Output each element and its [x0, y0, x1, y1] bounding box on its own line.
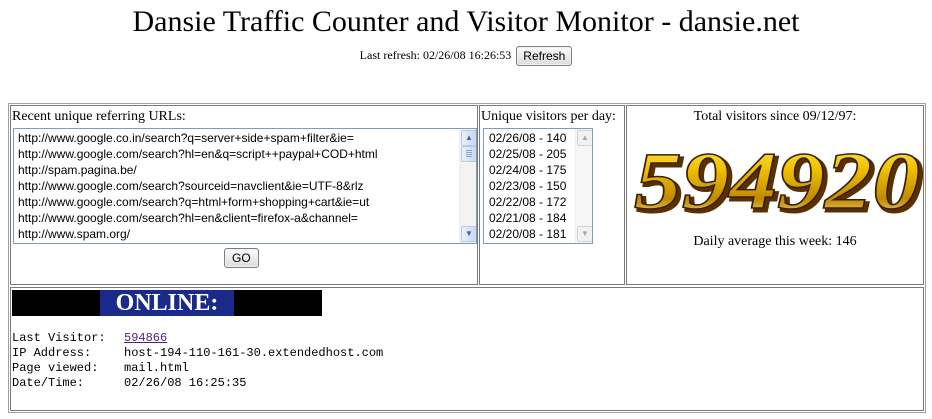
- counter-value: 594920: [634, 142, 920, 218]
- refresh-button[interactable]: Refresh: [516, 46, 573, 67]
- last-refresh-text: Last refresh: 02/26/08 16:26:53: [359, 48, 512, 62]
- list-item[interactable]: 02/23/08 - 150: [489, 178, 574, 194]
- last-visitor-label: Last Visitor:: [12, 331, 106, 345]
- list-item[interactable]: http://www.spam.org/: [18, 226, 458, 242]
- scroll-up-arrow-icon[interactable]: ▲: [577, 130, 592, 146]
- referrers-panel: Recent unique referring URLs: http://www…: [10, 105, 478, 285]
- daily-visitors-panel: Unique visitors per day: 02/26/08 - 140 …: [479, 105, 625, 285]
- online-banner-text: ONLINE:: [100, 290, 234, 316]
- page-label: Page viewed:: [12, 361, 99, 375]
- referrer-scrollbar[interactable]: ▲ ▼: [459, 129, 476, 243]
- scrollbar-thumb[interactable]: [461, 146, 476, 162]
- list-item[interactable]: http://www.google.com/search?q=html+form…: [18, 194, 458, 210]
- list-item[interactable]: http://www.google.com/search?hl=en&clien…: [18, 210, 458, 226]
- referrer-lines: http://www.google.co.in/search?q=server+…: [18, 130, 458, 242]
- total-caption: Total visitors since 09/12/97:: [693, 109, 857, 124]
- date-value: 02/26/08 16:25:35: [124, 376, 247, 390]
- scroll-up-arrow-icon[interactable]: ▲: [461, 130, 476, 146]
- list-item[interactable]: 02/25/08 - 205: [489, 146, 574, 162]
- scroll-down-arrow-icon[interactable]: ▼: [461, 226, 476, 242]
- referrer-url-list[interactable]: http://www.google.co.in/search?q=server+…: [13, 128, 477, 244]
- date-row: Date/Time: 02/26/08 16:25:35: [12, 376, 383, 391]
- total-visitors-panel: Total visitors since 09/12/97: 594920 59…: [626, 105, 924, 285]
- list-item[interactable]: 02/21/08 - 184: [489, 210, 574, 226]
- daily-lines: 02/26/08 - 140 02/25/08 - 205 02/24/08 -…: [489, 130, 574, 242]
- list-item[interactable]: http://www.google.co.in/search?q=server+…: [18, 130, 458, 146]
- ip-row: IP Address: host-194-110-161-30.extendedh…: [12, 346, 383, 361]
- refresh-bar: Last refresh: 02/26/08 16:26:53 Refresh: [0, 45, 932, 67]
- page-row: Page viewed: mail.html: [12, 361, 383, 376]
- ip-value: host-194-110-161-30.extendedhost.com: [124, 346, 384, 360]
- list-item[interactable]: 02/24/08 - 175: [489, 162, 574, 178]
- list-item[interactable]: 02/20/08 - 181: [489, 226, 574, 242]
- page-title: Dansie Traffic Counter and Visitor Monit…: [132, 5, 800, 38]
- ip-label: IP Address:: [12, 346, 92, 360]
- daily-average-text: Daily average this week: 146: [693, 234, 857, 249]
- last-visitor-row: Last Visitor: 594866: [12, 331, 383, 346]
- online-banner: ONLINE:: [12, 290, 322, 316]
- daily-caption: Unique visitors per day:: [481, 109, 616, 124]
- daily-scrollbar[interactable]: ▲ ▼: [575, 129, 592, 243]
- list-item[interactable]: http://www.google.com/search?sourceid=na…: [18, 178, 458, 194]
- last-visitor-info: Last Visitor: 594866 IP Address: host-194-1…: [12, 331, 383, 391]
- last-visitor-link[interactable]: 594866: [124, 331, 167, 345]
- list-item[interactable]: http://www.google.com/search?hl=en&q=scr…: [18, 146, 458, 162]
- daily-visitors-list[interactable]: 02/26/08 - 140 02/25/08 - 205 02/24/08 -…: [483, 128, 593, 244]
- page-value: mail.html: [124, 361, 189, 375]
- referrers-caption: Recent unique referring URLs:: [12, 109, 186, 124]
- visitor-counter-digits: 594920 594920: [633, 142, 923, 218]
- list-item[interactable]: 02/22/08 - 172: [489, 194, 574, 210]
- online-panel: ONLINE: Last Visitor: 594866 IP Address: ho…: [10, 287, 924, 411]
- scroll-down-arrow-icon[interactable]: ▼: [577, 226, 592, 242]
- date-label: Date/Time:: [12, 376, 85, 390]
- list-item[interactable]: 02/26/08 - 140: [489, 130, 574, 146]
- list-item[interactable]: http://spam.pagina.be/: [18, 162, 458, 178]
- go-button[interactable]: GO: [224, 248, 259, 268]
